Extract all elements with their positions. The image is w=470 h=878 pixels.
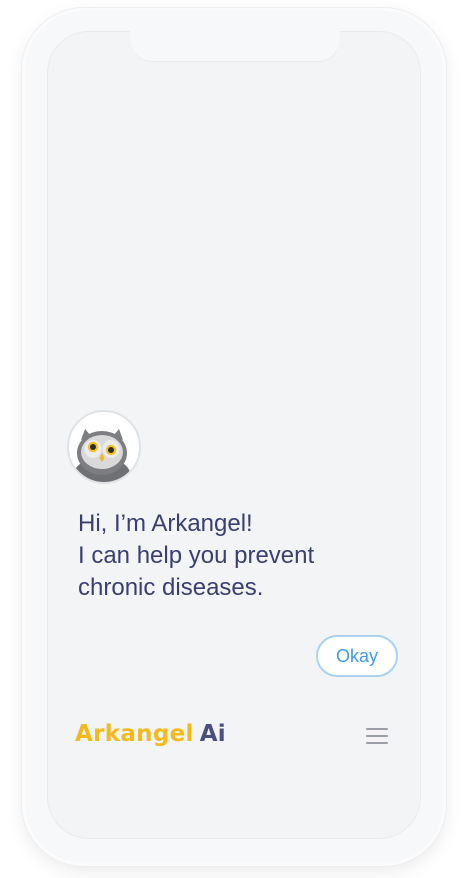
greeting-line-3: chronic diseases. [78, 574, 264, 601]
owl-icon [69, 412, 139, 482]
brand-name: Arkangel [75, 721, 194, 747]
stage: Hi, I’m Arkangel! I can help you prevent… [0, 0, 470, 878]
brand-suffix: Ai [199, 721, 226, 747]
greeting-message: Hi, I’m Arkangel! I can help you prevent… [78, 508, 398, 604]
greeting-line-1: Hi, I’m Arkangel! [78, 510, 253, 537]
owl-avatar [67, 410, 141, 484]
brand-logo: Arkangel Ai [75, 718, 226, 750]
okay-button[interactable]: Okay [316, 635, 398, 677]
phone-notch [130, 31, 340, 61]
menu-button[interactable] [364, 724, 390, 748]
phone-screen: Hi, I’m Arkangel! I can help you prevent… [47, 31, 421, 839]
greeting-line-2: I can help you prevent [78, 542, 315, 569]
